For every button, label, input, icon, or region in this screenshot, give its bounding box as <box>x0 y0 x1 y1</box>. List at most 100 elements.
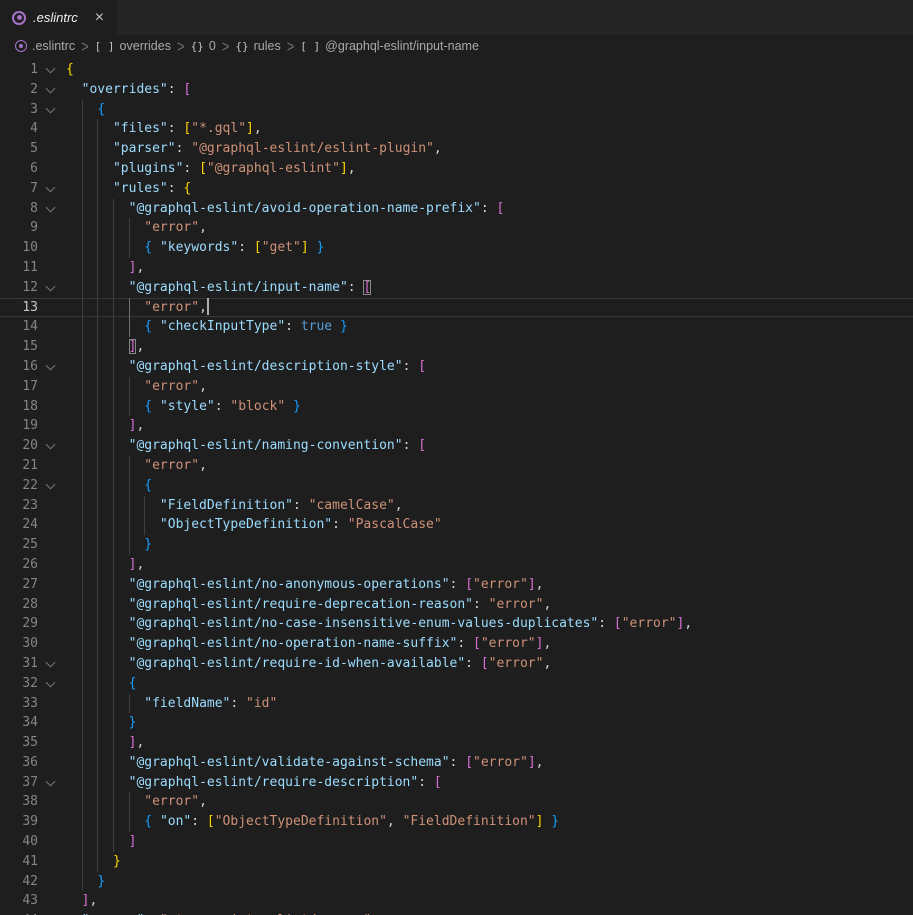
code-line[interactable]: 35 ], <box>0 733 913 753</box>
code-editor[interactable]: 1{2 "overrides": [3 {4 "files": ["*.gql"… <box>0 57 913 915</box>
line-number[interactable]: 38 <box>0 792 38 812</box>
line-number[interactable]: 32 <box>0 674 38 694</box>
line-number[interactable]: 43 <box>0 891 38 911</box>
code-line[interactable]: 12 "@graphql-eslint/input-name": [ <box>0 278 913 298</box>
line-number[interactable]: 1 <box>0 60 38 80</box>
fold-column[interactable] <box>38 674 66 694</box>
breadcrumb-item-overrides[interactable]: [ ] overrides <box>95 39 171 53</box>
code-line[interactable]: 15 ], <box>0 337 913 357</box>
code-line[interactable]: 11 ], <box>0 258 913 278</box>
chevron-down-icon[interactable] <box>46 657 56 667</box>
line-number[interactable]: 42 <box>0 872 38 892</box>
line-number[interactable]: 36 <box>0 753 38 773</box>
line-number[interactable]: 31 <box>0 654 38 674</box>
fold-column[interactable] <box>38 80 66 100</box>
line-number[interactable]: 21 <box>0 456 38 476</box>
fold-column[interactable] <box>38 654 66 674</box>
fold-column[interactable] <box>38 60 66 80</box>
code-line[interactable]: 17 "error", <box>0 377 913 397</box>
line-number[interactable]: 7 <box>0 179 38 199</box>
line-number[interactable]: 12 <box>0 278 38 298</box>
code-line[interactable]: 8 "@graphql-eslint/avoid-operation-name-… <box>0 199 913 219</box>
code-line[interactable]: 16 "@graphql-eslint/description-style": … <box>0 357 913 377</box>
code-line[interactable]: 40 ] <box>0 832 913 852</box>
line-number[interactable]: 29 <box>0 614 38 634</box>
code-line[interactable]: 19 ], <box>0 416 913 436</box>
chevron-down-icon[interactable] <box>46 202 56 212</box>
code-line[interactable]: 27 "@graphql-eslint/no-anonymous-operati… <box>0 575 913 595</box>
code-line[interactable]: 1{ <box>0 60 913 80</box>
code-line[interactable]: 7 "rules": { <box>0 179 913 199</box>
tab-eslintrc[interactable]: .eslintrc × <box>0 0 117 35</box>
line-number[interactable]: 5 <box>0 139 38 159</box>
code-line[interactable]: 20 "@graphql-eslint/naming-convention": … <box>0 436 913 456</box>
code-line[interactable]: 25 } <box>0 535 913 555</box>
code-line[interactable]: 43 ], <box>0 891 913 911</box>
line-number[interactable]: 3 <box>0 100 38 120</box>
line-number[interactable]: 40 <box>0 832 38 852</box>
fold-column[interactable] <box>38 476 66 496</box>
chevron-down-icon[interactable] <box>46 776 56 786</box>
code-line[interactable]: 42 } <box>0 872 913 892</box>
code-line[interactable]: 2 "overrides": [ <box>0 80 913 100</box>
chevron-down-icon[interactable] <box>46 83 56 93</box>
line-number[interactable]: 13 <box>0 298 38 318</box>
fold-column[interactable] <box>38 773 66 793</box>
line-number[interactable]: 39 <box>0 812 38 832</box>
chevron-down-icon[interactable] <box>46 281 56 291</box>
code-line[interactable]: 6 "plugins": ["@graphql-eslint"], <box>0 159 913 179</box>
code-line[interactable]: 31 "@graphql-eslint/require-id-when-avai… <box>0 654 913 674</box>
line-number[interactable]: 10 <box>0 238 38 258</box>
line-number[interactable]: 16 <box>0 357 38 377</box>
code-line[interactable]: 34 } <box>0 713 913 733</box>
breadcrumb-item-rules[interactable]: {} rules <box>235 39 280 53</box>
code-line[interactable]: 29 "@graphql-eslint/no-case-insensitive-… <box>0 614 913 634</box>
code-line[interactable]: 13 "error", <box>0 298 913 318</box>
line-number[interactable]: 20 <box>0 436 38 456</box>
fold-column[interactable] <box>38 199 66 219</box>
code-line[interactable]: 18 { "style": "block" } <box>0 397 913 417</box>
line-number[interactable]: 34 <box>0 713 38 733</box>
line-number[interactable]: 8 <box>0 199 38 219</box>
breadcrumb-item-file[interactable]: .eslintrc <box>15 39 75 53</box>
line-number[interactable]: 11 <box>0 258 38 278</box>
code-line[interactable]: 41 } <box>0 852 913 872</box>
code-line[interactable]: 3 { <box>0 100 913 120</box>
line-number[interactable]: 14 <box>0 317 38 337</box>
line-number[interactable]: 27 <box>0 575 38 595</box>
chevron-down-icon[interactable] <box>46 182 56 192</box>
line-number[interactable]: 17 <box>0 377 38 397</box>
tab-close-icon[interactable]: × <box>95 10 104 26</box>
code-line[interactable]: 14 { "checkInputType": true } <box>0 317 913 337</box>
line-number[interactable]: 35 <box>0 733 38 753</box>
line-number[interactable]: 41 <box>0 852 38 872</box>
code-line[interactable]: 5 "parser": "@graphql-eslint/eslint-plug… <box>0 139 913 159</box>
line-number[interactable]: 2 <box>0 80 38 100</box>
chevron-down-icon[interactable] <box>46 361 56 371</box>
line-number[interactable]: 24 <box>0 515 38 535</box>
fold-column[interactable] <box>38 100 66 120</box>
fold-column[interactable] <box>38 278 66 298</box>
line-number[interactable]: 23 <box>0 496 38 516</box>
line-number[interactable]: 9 <box>0 218 38 238</box>
chevron-down-icon[interactable] <box>46 440 56 450</box>
line-number[interactable]: 4 <box>0 119 38 139</box>
code-line[interactable]: 22 { <box>0 476 913 496</box>
line-number[interactable]: 37 <box>0 773 38 793</box>
code-line[interactable]: 28 "@graphql-eslint/require-deprecation-… <box>0 595 913 615</box>
breadcrumb-item-0[interactable]: {} 0 <box>191 39 216 53</box>
line-number[interactable]: 6 <box>0 159 38 179</box>
code-line[interactable]: 21 "error", <box>0 456 913 476</box>
code-line[interactable]: 32 { <box>0 674 913 694</box>
fold-column[interactable] <box>38 436 66 456</box>
fold-column[interactable] <box>38 357 66 377</box>
chevron-down-icon[interactable] <box>46 103 56 113</box>
code-line[interactable]: 26 ], <box>0 555 913 575</box>
line-number[interactable]: 19 <box>0 416 38 436</box>
code-line[interactable]: 38 "error", <box>0 792 913 812</box>
code-line[interactable]: 44 "parser": "@typescript-eslint/parser"… <box>0 911 913 915</box>
code-line[interactable]: 9 "error", <box>0 218 913 238</box>
line-number[interactable]: 33 <box>0 694 38 714</box>
code-line[interactable]: 23 "FieldDefinition": "camelCase", <box>0 496 913 516</box>
line-number[interactable]: 25 <box>0 535 38 555</box>
